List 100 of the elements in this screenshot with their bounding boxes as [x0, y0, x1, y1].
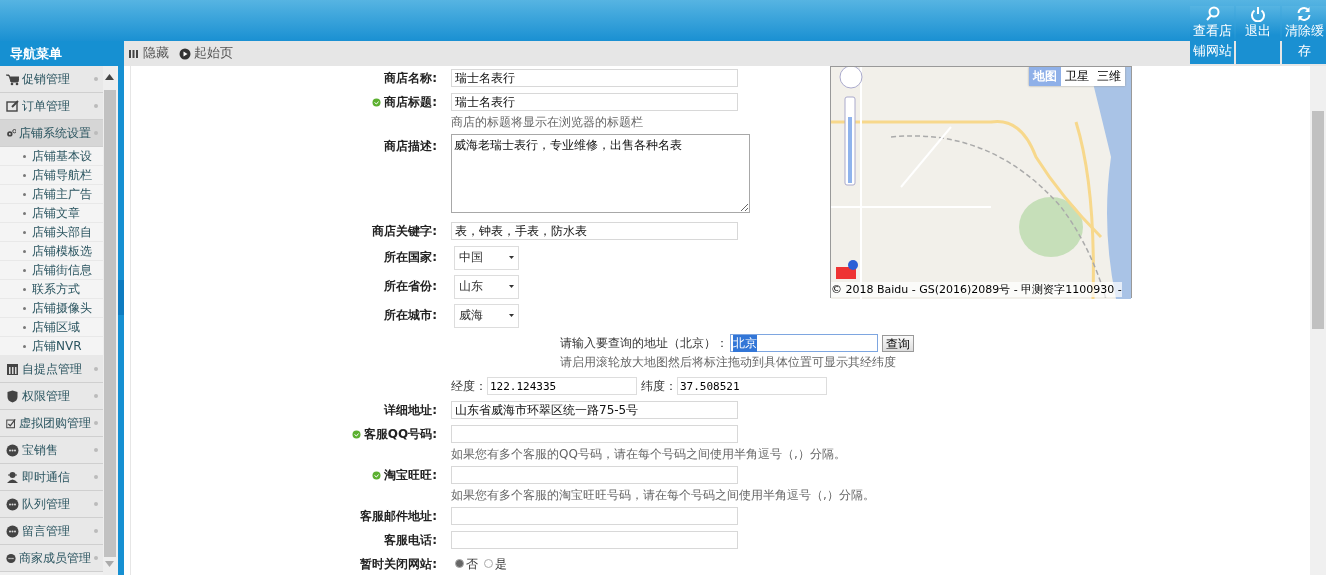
field-label: 商店描述:	[384, 138, 437, 155]
nav-menu-item[interactable]: 留言管理	[0, 518, 103, 545]
field-label: 所在国家:	[384, 249, 437, 266]
submenu-item[interactable]: 店铺头部自	[0, 223, 103, 242]
text-field[interactable]	[451, 466, 738, 484]
nav-label: 权限管理	[22, 388, 70, 404]
caret-icon	[509, 314, 514, 317]
search-icon	[1204, 6, 1220, 22]
textarea-field[interactable]: 威海老瑞士表行，专业维修，出售各种名表	[451, 134, 750, 213]
field-label: 商店名称:	[384, 69, 437, 87]
bullet-icon	[23, 306, 26, 310]
submenu-item[interactable]: 店铺NVR	[0, 337, 103, 356]
scrollbar[interactable]	[1310, 66, 1326, 575]
chat-icon	[6, 497, 19, 511]
dot-icon	[94, 421, 98, 425]
bullet-icon	[23, 173, 26, 177]
map-panel[interactable]: 地图 卫星 三维 © 2018 Baidu - GS(2016)2089号 - 甲测资字1100930 -	[830, 66, 1132, 298]
hint-text: 请启用滚轮放大地图然后将标注拖动到具体位置可显示其经纬度	[559, 354, 897, 371]
hide-button[interactable]: 隐藏	[126, 45, 171, 62]
bars-icon	[128, 47, 140, 60]
bullet-icon	[23, 192, 26, 196]
view-site-button[interactable]: 查看店铺网站	[1190, 6, 1234, 64]
map-view-tab[interactable]: 三维	[1093, 67, 1125, 86]
scrollbar-thumb[interactable]	[1312, 111, 1324, 329]
text-field[interactable]	[451, 531, 738, 549]
submenu-item[interactable]: 店铺文章	[0, 204, 103, 223]
field-label: 商店关键字:	[372, 222, 437, 240]
submenu-item[interactable]: 联系方式	[0, 280, 103, 299]
submenu-item[interactable]: 店铺主广告	[0, 185, 103, 204]
latitude-field[interactable]: 37.508521	[677, 377, 827, 395]
text-field[interactable]	[451, 425, 738, 443]
nav-menu-item[interactable]: 宝销售	[0, 437, 103, 464]
nav-label: 宝销售	[22, 442, 58, 458]
text-field[interactable]: 瑞士名表行	[451, 93, 738, 111]
submenu-item[interactable]: 店铺模板选	[0, 242, 103, 261]
dot-icon	[94, 556, 98, 560]
submenu-item[interactable]: 店铺基本设	[0, 147, 103, 166]
submenu-item[interactable]: 店铺街信息	[0, 261, 103, 280]
nav-menu-item[interactable]: 订单管理	[0, 93, 103, 120]
dot-icon	[94, 529, 98, 533]
nav-label: 商家成员管理	[19, 550, 91, 566]
bullet-icon	[23, 287, 26, 291]
gears-icon	[6, 126, 16, 140]
sidebar-title: 导航菜单	[0, 41, 118, 66]
field-label: 淘宝旺旺:	[384, 466, 437, 484]
map-view-tab[interactable]: 卫星	[1061, 67, 1093, 86]
scroll-up-icon[interactable]	[105, 74, 114, 80]
submenu-label: 店铺区域	[32, 318, 80, 336]
submenu-label: 店铺导航栏	[32, 166, 92, 184]
submenu-item[interactable]: 店铺区域	[0, 318, 103, 337]
nav-menu-item[interactable]: 店铺系统设置	[0, 120, 103, 147]
cart-icon	[6, 72, 19, 86]
text-field[interactable]	[451, 507, 738, 525]
search-label: 请输入要查询的地址（北京）：	[560, 334, 728, 352]
home-button[interactable]: 起始页	[177, 45, 235, 62]
radio-label: 否	[466, 556, 478, 571]
submenu-item[interactable]: 店铺导航栏	[0, 166, 103, 185]
hint-text: 如果您有多个客服的QQ号码，请在每个号码之间使用半角逗号（,）分隔。	[451, 446, 846, 463]
play-circle-icon	[179, 47, 191, 60]
text-field[interactable]: 山东省威海市环翠区统一路75-5号	[451, 401, 738, 419]
nav-menu-item[interactable]: 虚拟团购管理	[0, 410, 103, 437]
submenu-label: 店铺模板选	[32, 242, 92, 260]
submenu-label: 店铺头部自	[32, 223, 92, 241]
bullet-icon	[23, 268, 26, 272]
search-button[interactable]: 查询	[882, 334, 914, 352]
scroll-down-icon[interactable]	[105, 561, 114, 567]
splitter-handle[interactable]	[118, 280, 124, 315]
submenu-label: 店铺摄像头	[32, 299, 92, 317]
clear-cache-button[interactable]: 清除缓存	[1282, 6, 1326, 64]
columns-icon	[6, 362, 19, 376]
hint-text: 商店的标题将显示在浏览器的标题栏	[451, 114, 643, 131]
power-icon	[1250, 6, 1266, 22]
select-dropdown[interactable]: 威海	[454, 303, 519, 328]
hint-text: 如果您有多个客服的淘宝旺旺号码，请在每个号码之间使用半角逗号（,）分隔。	[451, 487, 875, 504]
submenu-label: 店铺街信息	[32, 261, 92, 279]
nav-menu-item[interactable]: 商家成员管理	[0, 545, 103, 572]
refresh-icon	[1296, 6, 1312, 22]
nav-menu-item[interactable]: 队列管理	[0, 491, 103, 518]
nav-label: 队列管理	[22, 496, 70, 512]
shield-icon	[6, 389, 19, 403]
text-field[interactable]: 瑞士名表行	[451, 69, 738, 87]
text-field[interactable]: 表，钟表，手表，防水表	[451, 222, 738, 240]
caret-icon	[509, 285, 514, 288]
nav-menu-item[interactable]: 自提点管理	[0, 356, 103, 383]
nav-menu-item[interactable]: 即时通信	[0, 464, 103, 491]
address-search-field[interactable]: 北京	[730, 334, 878, 352]
chat-icon	[6, 551, 16, 565]
radio-button[interactable]	[455, 558, 464, 568]
nav-label: 留言管理	[22, 523, 70, 539]
longitude-field[interactable]: 122.124335	[487, 377, 637, 395]
submenu-item[interactable]: 店铺摄像头	[0, 299, 103, 318]
nav-menu-item[interactable]: 权限管理	[0, 383, 103, 410]
dot-icon	[94, 475, 98, 479]
nav-label: 虚拟团购管理	[19, 415, 91, 431]
nav-menu-item[interactable]: 促销管理	[0, 66, 103, 93]
bullet-icon	[23, 230, 26, 234]
select-dropdown[interactable]: 山东	[454, 274, 519, 299]
nav-label: 订单管理	[22, 98, 70, 114]
dot-icon	[94, 104, 98, 108]
select-dropdown[interactable]: 中国	[454, 245, 519, 270]
